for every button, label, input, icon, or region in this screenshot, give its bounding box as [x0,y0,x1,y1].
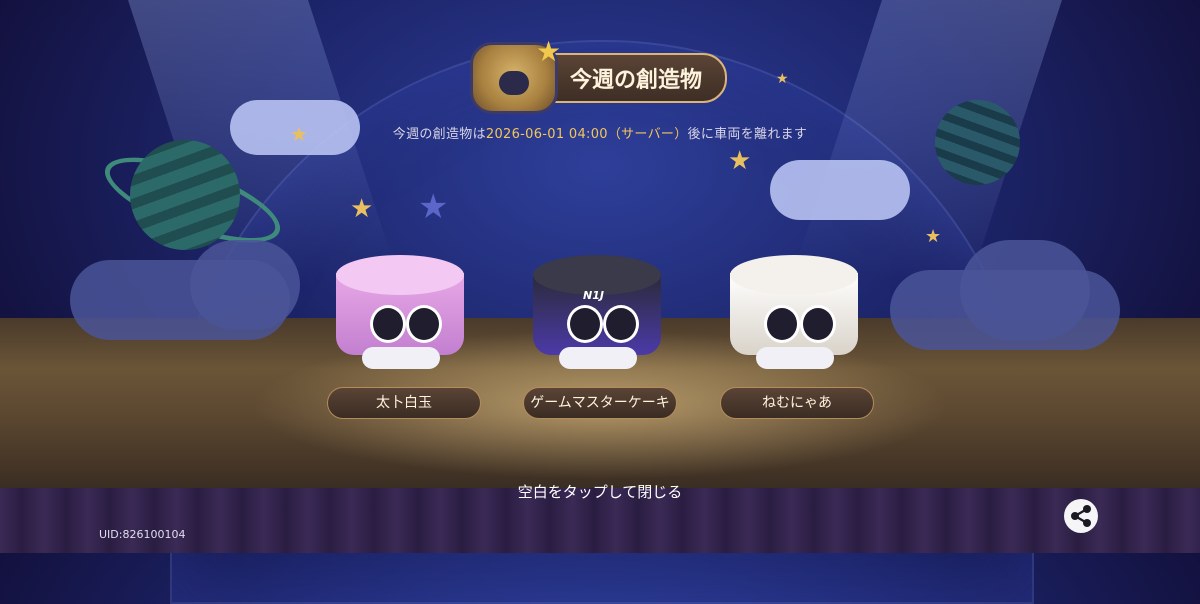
creature-eye [567,305,603,343]
star-icon: ★ [776,71,789,87]
creature-card-2[interactable]: N1J [527,255,667,375]
planet-decoration-left [130,140,240,250]
cake-top [336,255,464,295]
uid-label: UID:826100104 [99,528,186,541]
emblem-face [499,71,529,95]
weekly-creature-header: ★ 今週の創造物 [470,38,727,114]
page-title: 今週の創造物 [570,68,703,93]
notice-prefix: 今週の創造物は [392,127,486,142]
cake-logo: N1J [583,289,604,302]
creature-card-1[interactable] [330,255,470,375]
creature-eye [603,305,639,343]
notice-suffix: 後に車両を離れます [687,127,808,142]
star-icon: ★ [925,226,942,247]
cake-top [730,255,858,295]
planet-decoration-right [935,100,1020,185]
star-icon: ★ [350,194,374,224]
creature-name-button-2[interactable]: ゲームマスターケーキ [523,387,677,419]
departure-notice: 今週の創造物は2026-06-01 04:00（サーバー）後に車両を離れます [0,123,1200,142]
creature-card-3[interactable] [724,255,864,375]
star-icon: ★ [536,35,562,68]
creature-eye [800,305,836,343]
share-button[interactable] [1064,499,1098,533]
creature-name-button-3[interactable]: ねむにゃあ [720,387,874,419]
creature-name-button-1[interactable]: 太卜白玉 [327,387,481,419]
creature-paws [756,347,834,369]
share-icon [1071,505,1091,527]
creature-eye [406,305,442,343]
creature-paws [559,347,637,369]
cloud-decoration [770,160,910,220]
creature-eye [370,305,406,343]
tap-to-close-hint: 空白をタップして閉じる [517,483,683,501]
notice-datetime: 2026-06-01 04:00（サーバー） [485,127,688,142]
star-icon: ★ [728,146,752,176]
creature-eye [764,305,800,343]
creature-paws [362,347,440,369]
cloud-decoration [190,240,300,330]
cloud-decoration [960,240,1090,340]
star-icon: ★ [418,187,449,227]
